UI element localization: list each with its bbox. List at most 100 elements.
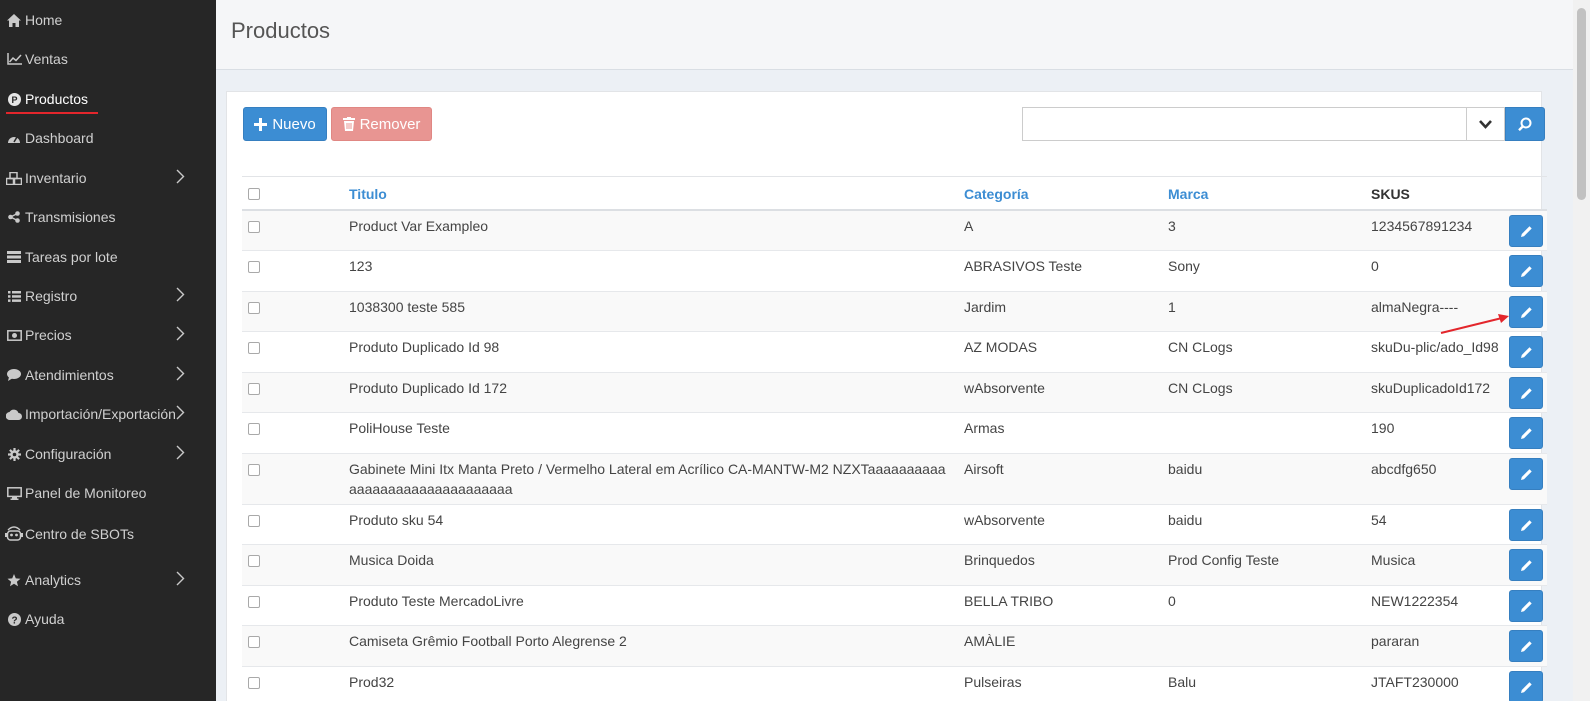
row-checkbox[interactable] — [248, 383, 260, 395]
sidebar-item-registro[interactable]: Registro — [0, 276, 216, 316]
table-row[interactable]: Produto Duplicado Id 172 wAbsorvente CN CL… — [242, 373, 1547, 413]
sidebar-item-inventario[interactable]: Inventario — [0, 158, 216, 198]
search-input[interactable] — [1022, 107, 1466, 141]
column-header-brand[interactable]: Marca — [1168, 186, 1208, 202]
search-button[interactable] — [1505, 107, 1545, 141]
chevron-right-icon — [176, 571, 185, 589]
brand-cell: Sony — [1168, 258, 1200, 274]
row-checkbox[interactable] — [248, 464, 260, 476]
sidebar-item-centro-de-sbots[interactable]: Centro de SBOTs — [0, 514, 216, 554]
product-title-cell: Gabinete Mini Itx Manta Preto / Vermelho… — [349, 461, 946, 497]
sidebar-item-panel-de-monitoreo[interactable]: Panel de Monitoreo — [0, 473, 216, 513]
sidebar-item-home[interactable]: Home — [0, 0, 216, 40]
sidebar-item-ventas[interactable]: Ventas — [0, 39, 216, 79]
sidebar-item-configuracion[interactable]: Configuración — [0, 434, 216, 474]
edit-button[interactable] — [1509, 417, 1543, 449]
annotation-arrow — [1440, 314, 1509, 334]
table-row[interactable]: Produto Teste MercadoLivre BELLA TRIBO 0 NE… — [242, 586, 1547, 626]
sku-cell: 54 — [1371, 512, 1387, 528]
table-row[interactable]: Prod32 Pulseiras Balu JTAFT230000 — [242, 667, 1547, 701]
column-header-category[interactable]: Categoría — [964, 186, 1029, 202]
row-checkbox[interactable] — [248, 555, 260, 567]
edit-button[interactable] — [1509, 215, 1543, 247]
row-checkbox[interactable] — [248, 302, 260, 314]
tasks-icon — [5, 251, 23, 263]
brand-cell: baidu — [1168, 461, 1203, 477]
plus-icon — [254, 117, 268, 131]
edit-button[interactable] — [1509, 377, 1543, 409]
sidebar-item-label: Panel de Monitoreo — [25, 485, 147, 501]
row-checkbox[interactable] — [248, 636, 260, 648]
category-cell: BELLA TRIBO — [964, 593, 1054, 609]
chevron-down-icon — [1479, 119, 1492, 129]
sidebar-item-precios[interactable]: Precios — [0, 315, 216, 355]
pencil-icon — [1520, 346, 1532, 358]
pencil-icon — [1520, 468, 1532, 480]
edit-button[interactable] — [1509, 509, 1543, 541]
edit-button[interactable] — [1509, 590, 1543, 622]
row-checkbox[interactable] — [248, 423, 260, 435]
edit-button[interactable] — [1509, 255, 1543, 287]
table-row[interactable]: Musica Doida Brinquedos Prod Config Teste M… — [242, 545, 1547, 586]
product-title-cell: Produto sku 54 — [349, 512, 444, 528]
row-checkbox[interactable] — [248, 677, 260, 689]
table-row[interactable]: 123 ABRASIVOS Teste Sony 0 — [242, 251, 1547, 292]
sidebar-item-dashboard[interactable]: Dashboard — [0, 118, 216, 158]
sidebar-item-label: Registro — [25, 288, 78, 304]
table-row[interactable]: Product Var Exampleo A 3 1234567891234 — [242, 211, 1547, 251]
sidebar-item-analytics[interactable]: Analytics — [0, 560, 216, 600]
select-all-checkbox[interactable] — [248, 188, 260, 200]
edit-button[interactable] — [1509, 630, 1543, 662]
home-icon — [5, 13, 23, 27]
category-cell: Armas — [964, 420, 1005, 436]
sidebar-item-transmisiones[interactable]: Transmisiones — [0, 197, 216, 237]
row-checkbox[interactable] — [248, 515, 260, 527]
product-title-cell: Produto Duplicado Id 172 — [349, 380, 507, 396]
sidebar-item-importacion-exportacion[interactable]: Importación/Exportación — [0, 394, 216, 434]
brand-cell: baidu — [1168, 512, 1203, 528]
brand-cell: CN CLogs — [1168, 380, 1233, 396]
share-icon — [5, 211, 23, 223]
product-title-cell: Musica Doida — [349, 552, 434, 568]
edit-button[interactable] — [1509, 549, 1543, 581]
remove-button[interactable]: Remover — [331, 107, 432, 141]
edit-button[interactable] — [1509, 458, 1543, 490]
table-row[interactable]: Produto sku 54 wAbsorvente baidu 54 — [242, 505, 1547, 545]
new-button[interactable]: Nuevo — [243, 107, 327, 141]
category-cell: Brinquedos — [964, 552, 1035, 568]
category-cell: ABRASIVOS Teste — [964, 258, 1083, 274]
svg-text:P: P — [11, 95, 17, 105]
table-row[interactable]: PoliHouse Teste Armas 190 — [242, 413, 1547, 454]
chart-line-icon — [5, 53, 23, 65]
sku-cell: Musica — [1371, 552, 1416, 568]
sku-cell: skuDuplicadoId172 — [1371, 380, 1491, 396]
sidebar: Home Ventas P Productos Dashboard Inventario T… — [0, 0, 216, 701]
sidebar-item-label: Transmisiones — [25, 209, 116, 225]
money-icon — [5, 329, 23, 341]
row-checkbox[interactable] — [248, 342, 260, 354]
pencil-icon — [1520, 519, 1532, 531]
search-filter-dropdown[interactable] — [1466, 107, 1505, 141]
sku-cell: skuDu-plic/ado_Id98 — [1371, 339, 1499, 355]
pencil-icon — [1520, 306, 1532, 318]
row-checkbox[interactable] — [248, 261, 260, 273]
sku-cell: 0 — [1371, 258, 1379, 274]
pencil-icon — [1520, 427, 1532, 439]
row-checkbox[interactable] — [248, 221, 260, 233]
sidebar-item-tareas-por-lote[interactable]: Tareas por lote — [0, 237, 216, 277]
page-scrollbar-thumb[interactable] — [1577, 8, 1586, 200]
row-checkbox[interactable] — [248, 596, 260, 608]
table-row[interactable]: Camiseta Grêmio Football Porto Alegrense… — [242, 626, 1547, 667]
edit-button[interactable] — [1509, 671, 1543, 701]
edit-button[interactable] — [1509, 336, 1543, 368]
table-row[interactable]: 1038300 teste 585 Jardim 1 almaNegra---- — [242, 292, 1547, 332]
sidebar-item-atendimientos[interactable]: Atendimientos — [0, 355, 216, 395]
column-header-title[interactable]: Titulo — [349, 186, 387, 202]
table-row[interactable]: Produto Duplicado Id 98 AZ MODAS CN CLogs s… — [242, 332, 1547, 373]
sku-cell: 190 — [1371, 420, 1395, 436]
table-row[interactable]: Gabinete Mini Itx Manta Preto / Vermelho… — [242, 454, 1547, 505]
category-cell: Pulseiras — [964, 674, 1022, 690]
product-title-cell: Camiseta Grêmio Football Porto Alegrense… — [349, 633, 627, 649]
table-top-border — [242, 176, 1547, 177]
sidebar-item-ayuda[interactable]: ? Ayuda — [0, 599, 216, 639]
